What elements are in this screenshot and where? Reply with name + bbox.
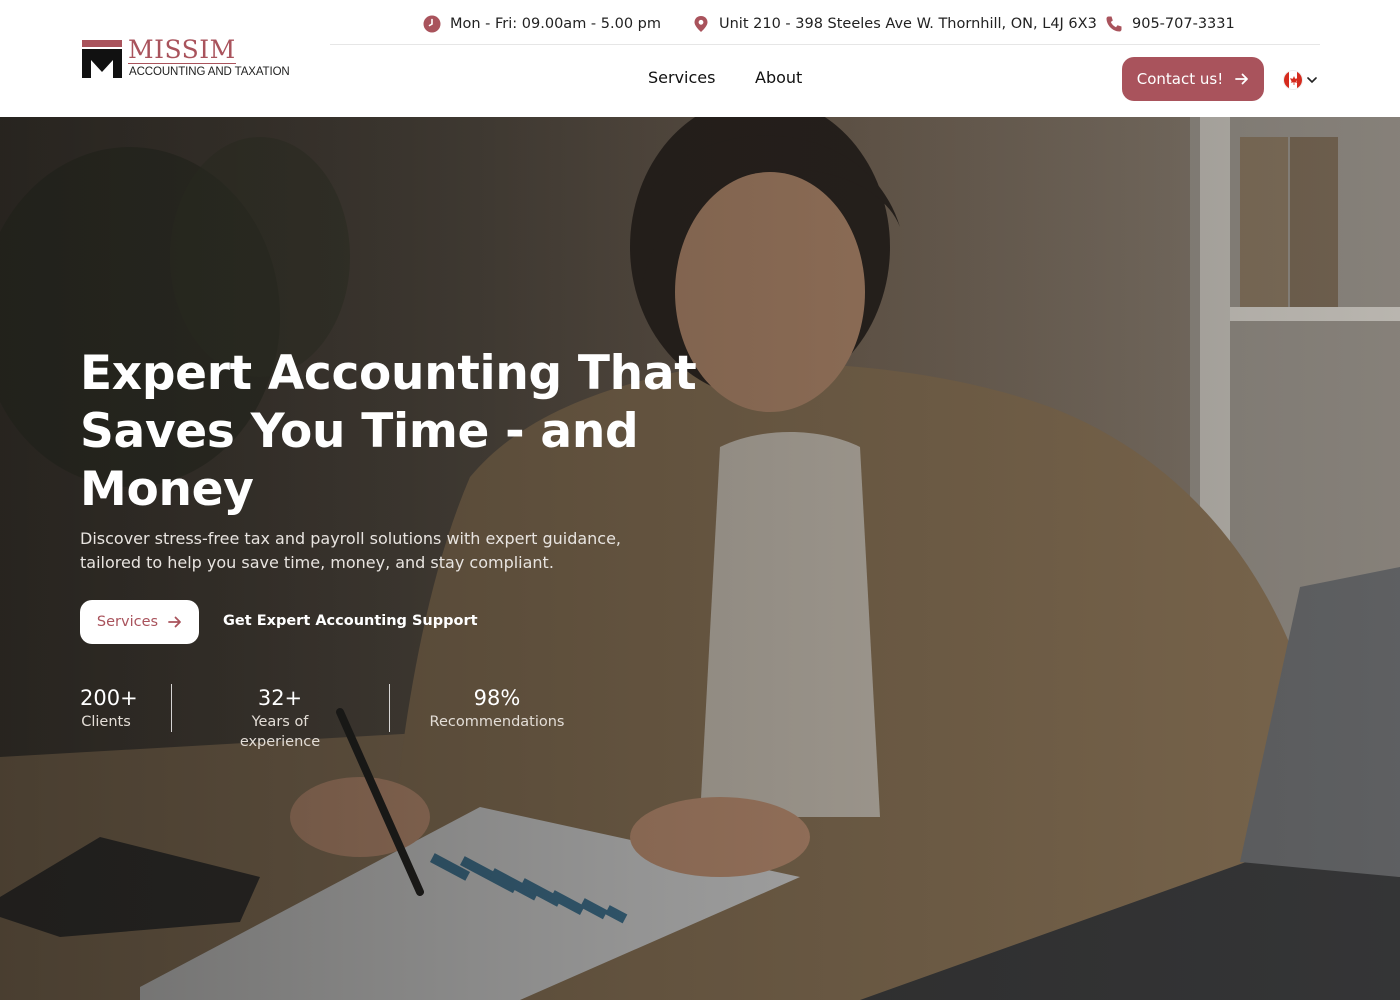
phone-icon	[1106, 16, 1122, 32]
phone-info[interactable]: 905-707-3331	[1105, 15, 1235, 33]
stat-value: 98%	[473, 686, 521, 710]
contact-button-label: Contact us!	[1136, 70, 1224, 88]
logo[interactable]: MISSIM ACCOUNTING AND TAXATION	[82, 36, 302, 86]
hero-section: Expert Accounting That Saves You Time - …	[0, 117, 1400, 1000]
canada-flag-icon	[1283, 70, 1303, 90]
language-selector[interactable]	[1283, 70, 1317, 90]
logo-divider	[128, 63, 236, 64]
expert-support-link[interactable]: Get Expert Accounting Support	[223, 613, 478, 629]
stat-label: Years of experience	[239, 714, 321, 750]
stat-divider	[389, 684, 390, 732]
address-text: Unit 210 - 398 Steeles Ave W. Thornhill,…	[719, 16, 1097, 32]
arrow-right-icon	[168, 616, 181, 628]
stat-years: 32+ Years of experience	[210, 684, 350, 752]
stat-label: Clients	[81, 714, 131, 730]
site-header: MISSIM ACCOUNTING AND TAXATION Mon - Fri…	[0, 0, 1400, 117]
nav-services[interactable]: Services	[648, 68, 715, 87]
contact-button[interactable]: Contact us!	[1122, 57, 1264, 101]
hours-text: Mon - Fri: 09.00am - 5.00 pm	[450, 16, 661, 32]
hours-info: Mon - Fri: 09.00am - 5.00 pm	[423, 15, 661, 33]
top-info-bar: Mon - Fri: 09.00am - 5.00 pm Unit 210 - …	[330, 0, 1320, 45]
services-button-label: Services	[96, 614, 159, 630]
stat-clients: 200+ Clients	[80, 684, 138, 732]
arrow-right-icon	[1235, 73, 1249, 85]
logo-tagline: ACCOUNTING AND TAXATION	[129, 66, 290, 78]
stat-divider	[171, 684, 172, 732]
stat-value: 200+	[80, 686, 138, 710]
stat-value: 32+	[257, 686, 303, 710]
stat-recommendations: 98% Recommendations	[428, 684, 566, 732]
address-info[interactable]: Unit 210 - 398 Steeles Ave W. Thornhill,…	[692, 15, 1097, 33]
nav-about[interactable]: About	[755, 68, 802, 87]
services-button[interactable]: Services	[80, 600, 199, 644]
chevron-down-icon	[1307, 77, 1317, 84]
stat-label: Recommendations	[429, 714, 565, 730]
hero-title: Expert Accounting That Saves You Time - …	[80, 346, 697, 517]
logo-mark-icon	[82, 40, 122, 78]
phone-text: 905-707-3331	[1132, 16, 1235, 32]
location-pin-icon	[694, 16, 708, 32]
logo-name: MISSIM	[128, 35, 236, 64]
hero-subtitle: Discover stress-free tax and payroll sol…	[80, 529, 622, 572]
clock-icon	[423, 15, 441, 33]
